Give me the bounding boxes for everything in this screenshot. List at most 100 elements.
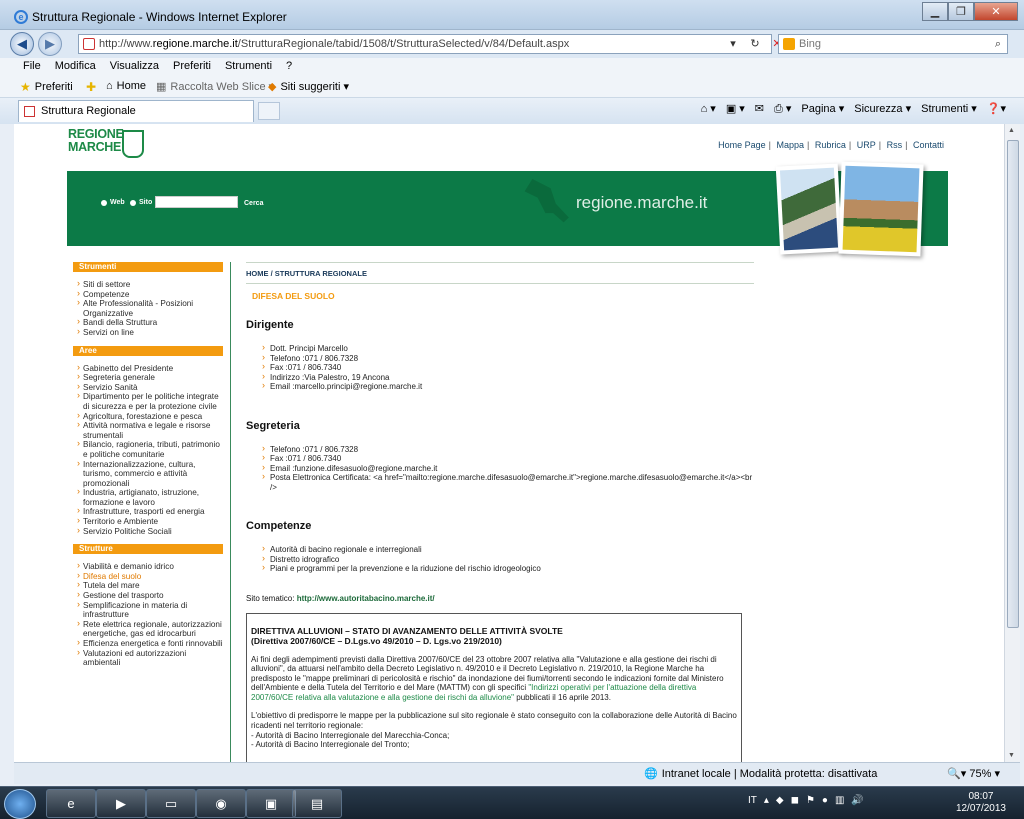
- language-indicator[interactable]: IT: [748, 795, 757, 806]
- sidebar-item-active[interactable]: Difesa del suolo: [77, 571, 223, 582]
- ie-logo-icon: e: [14, 10, 28, 24]
- refresh-icon[interactable]: ↻: [746, 34, 764, 54]
- rss-icon[interactable]: ▣ ▾: [726, 102, 745, 116]
- link-contatti[interactable]: Contatti: [913, 140, 944, 150]
- clock[interactable]: 08:07 12/07/2013: [956, 791, 1006, 815]
- new-tab-button[interactable]: [258, 102, 280, 120]
- cerca-button[interactable]: Cerca: [244, 200, 263, 207]
- scroll-down-icon[interactable]: ▼: [1008, 752, 1015, 759]
- help-icon[interactable]: ❓▾: [987, 102, 1006, 116]
- vertical-scrollbar[interactable]: ▲ ▼: [1004, 124, 1020, 762]
- menu-file[interactable]: File: [16, 58, 48, 76]
- sidebar-item[interactable]: Siti di settore: [77, 279, 223, 290]
- taskbar-app-icon[interactable]: ▣: [246, 789, 296, 818]
- sidebar-item[interactable]: Territorio e Ambiente: [77, 516, 223, 527]
- sidebar-item[interactable]: Rete elettrica regionale, autorizzazioni…: [77, 619, 223, 639]
- taskbar-ie-icon[interactable]: e: [46, 789, 96, 818]
- thematic-site-link[interactable]: http://www.autoritabacino.marche.it/: [297, 594, 435, 603]
- sidebar-item[interactable]: Servizi on line: [77, 327, 223, 338]
- favorites-button[interactable]: ★ Preferiti: [20, 80, 73, 94]
- menu-strumenti[interactable]: Strumenti: [218, 58, 279, 76]
- home-link[interactable]: ⌂ Home: [106, 80, 146, 92]
- zoom-control[interactable]: 🔍▾ 75% ▾: [947, 767, 1000, 780]
- close-button[interactable]: ✕: [974, 2, 1018, 21]
- banner-site-name: regione.marche.it: [576, 193, 708, 212]
- breadcrumb[interactable]: HOME / STRUTTURA REGIONALE: [246, 262, 754, 284]
- tray-icon[interactable]: ●: [822, 795, 828, 806]
- menu-preferiti[interactable]: Preferiti: [166, 58, 218, 76]
- sidebar-item[interactable]: Viabilità e demanio idrico: [77, 561, 223, 572]
- start-button[interactable]: [4, 789, 36, 819]
- sidebar-item[interactable]: Valutazioni ed autorizzazioni ambientali: [77, 648, 223, 668]
- sidebar-item[interactable]: Servizio Politiche Sociali: [77, 526, 223, 537]
- site-search-input[interactable]: [155, 196, 238, 208]
- volume-icon[interactable]: 🔊: [851, 795, 863, 806]
- taskbar-media-player-icon[interactable]: ▶: [96, 789, 146, 818]
- sidebar-item[interactable]: Alte Professionalità - Posizioni Organiz…: [77, 298, 223, 318]
- link-home-page[interactable]: Home Page: [718, 140, 766, 150]
- web-slice-link[interactable]: ▦ Raccolta Web Slice ▾: [156, 80, 274, 93]
- sidebar-item[interactable]: Industria, artigianato, istruzione, form…: [77, 487, 223, 507]
- link-urp[interactable]: URP: [857, 140, 876, 150]
- link-rss[interactable]: Rss: [887, 140, 903, 150]
- sidebar-item[interactable]: Segreteria generale: [77, 372, 223, 383]
- strumenti-menu[interactable]: Strumenti ▾: [921, 102, 977, 116]
- menu-modifica[interactable]: Modifica: [48, 58, 103, 76]
- sidebar-item[interactable]: Efficienza energetica e fonti rinnovabil…: [77, 638, 223, 649]
- add-favorite-button[interactable]: ✚: [86, 80, 96, 94]
- tray-icon[interactable]: ◆: [776, 795, 784, 806]
- email-link[interactable]: Email :marcello.principi@regione.marche.…: [262, 381, 754, 392]
- suggested-sites-link[interactable]: ◆ Siti suggeriti ▾: [268, 80, 349, 93]
- radio-web[interactable]: Web: [101, 199, 125, 206]
- back-button[interactable]: ◀: [10, 32, 34, 56]
- search-input[interactable]: Bing ⌕: [778, 34, 1008, 54]
- taskbar-firefox-icon[interactable]: ◉: [196, 789, 246, 818]
- mail-icon[interactable]: ✉: [755, 102, 764, 116]
- minimize-button[interactable]: ▁: [922, 2, 948, 21]
- menu-visualizza[interactable]: Visualizza: [103, 58, 166, 76]
- sidebar-item[interactable]: Semplificazione in materia di infrastrut…: [77, 600, 223, 620]
- tray-icon[interactable]: ◼: [791, 795, 799, 806]
- taskbar-folder-icon[interactable]: ▭: [146, 789, 196, 818]
- forward-button[interactable]: ▶: [38, 32, 62, 56]
- flag-icon[interactable]: ⚑: [806, 795, 815, 806]
- sidebar-item[interactable]: Agricoltura, forestazione e pesca: [77, 411, 223, 422]
- menu-help[interactable]: ?: [279, 58, 299, 76]
- sidebar-item[interactable]: Attività normativa e legale e risorse st…: [77, 420, 223, 440]
- tray-icon[interactable]: ▴: [764, 795, 769, 806]
- thematic-site: Sito tematico: http://www.autoritabacino…: [246, 593, 435, 603]
- url-field[interactable]: http://www.regione.marche.it/StrutturaRe…: [78, 34, 772, 54]
- email-link[interactable]: Email :funzione.difesasuolo@regione.marc…: [262, 463, 754, 474]
- print-icon[interactable]: ⎙ ▾: [774, 102, 791, 116]
- top-links: Home Page | Mappa | Rubrica | URP | Rss | Con…: [718, 140, 944, 150]
- link-mappa[interactable]: Mappa: [776, 140, 804, 150]
- sidebar-item[interactable]: Dipartimento per le politiche integrate …: [77, 391, 223, 411]
- link-rubrica[interactable]: Rubrica: [815, 140, 846, 150]
- scroll-up-icon[interactable]: ▲: [1008, 127, 1015, 134]
- sidebar-item[interactable]: Gestione del trasporto: [77, 590, 223, 601]
- sicurezza-menu[interactable]: Sicurezza ▾: [854, 102, 911, 116]
- sidebar-item[interactable]: Servizio Sanità: [77, 382, 223, 393]
- search-icon[interactable]: ⌕: [995, 35, 1001, 53]
- security-zone[interactable]: 🌐 Intranet locale | Modalità protetta: di…: [644, 767, 877, 781]
- network-icon[interactable]: ▥: [835, 795, 844, 806]
- pagina-menu[interactable]: Pagina ▾: [801, 102, 844, 116]
- list-item: Telefono :071 / 806.7328: [262, 444, 754, 455]
- address-dropdown-icon[interactable]: ▾: [724, 34, 742, 54]
- regione-marche-logo[interactable]: REGIONE MARCHE: [68, 128, 148, 160]
- list-item: Telefono :071 / 806.7328: [262, 353, 754, 364]
- scrollbar-thumb[interactable]: [1007, 140, 1019, 628]
- sidebar-item[interactable]: Tutela del mare: [77, 580, 223, 591]
- home-cmd-icon[interactable]: ⌂ ▾: [701, 102, 716, 116]
- tab-struttura-regionale[interactable]: Struttura Regionale: [18, 100, 254, 122]
- section-header-aree: Aree: [73, 345, 223, 356]
- sidebar-item[interactable]: Competenze: [77, 289, 223, 300]
- radio-sito[interactable]: Sito: [130, 199, 152, 206]
- sidebar-item[interactable]: Infrastrutture, trasporti ed energia: [77, 507, 223, 517]
- sidebar-item[interactable]: Internazionalizzazione, cultura, turismo…: [77, 459, 223, 489]
- sidebar-item[interactable]: Bandi della Struttura: [77, 317, 223, 328]
- sidebar-item[interactable]: Gabinetto del Presidente: [77, 363, 223, 374]
- sidebar-item[interactable]: Bilancio, ragioneria, tributi, patrimoni…: [77, 439, 223, 459]
- taskbar-active-app-icon[interactable]: ▤: [292, 789, 342, 818]
- maximize-button[interactable]: ❐: [948, 2, 974, 21]
